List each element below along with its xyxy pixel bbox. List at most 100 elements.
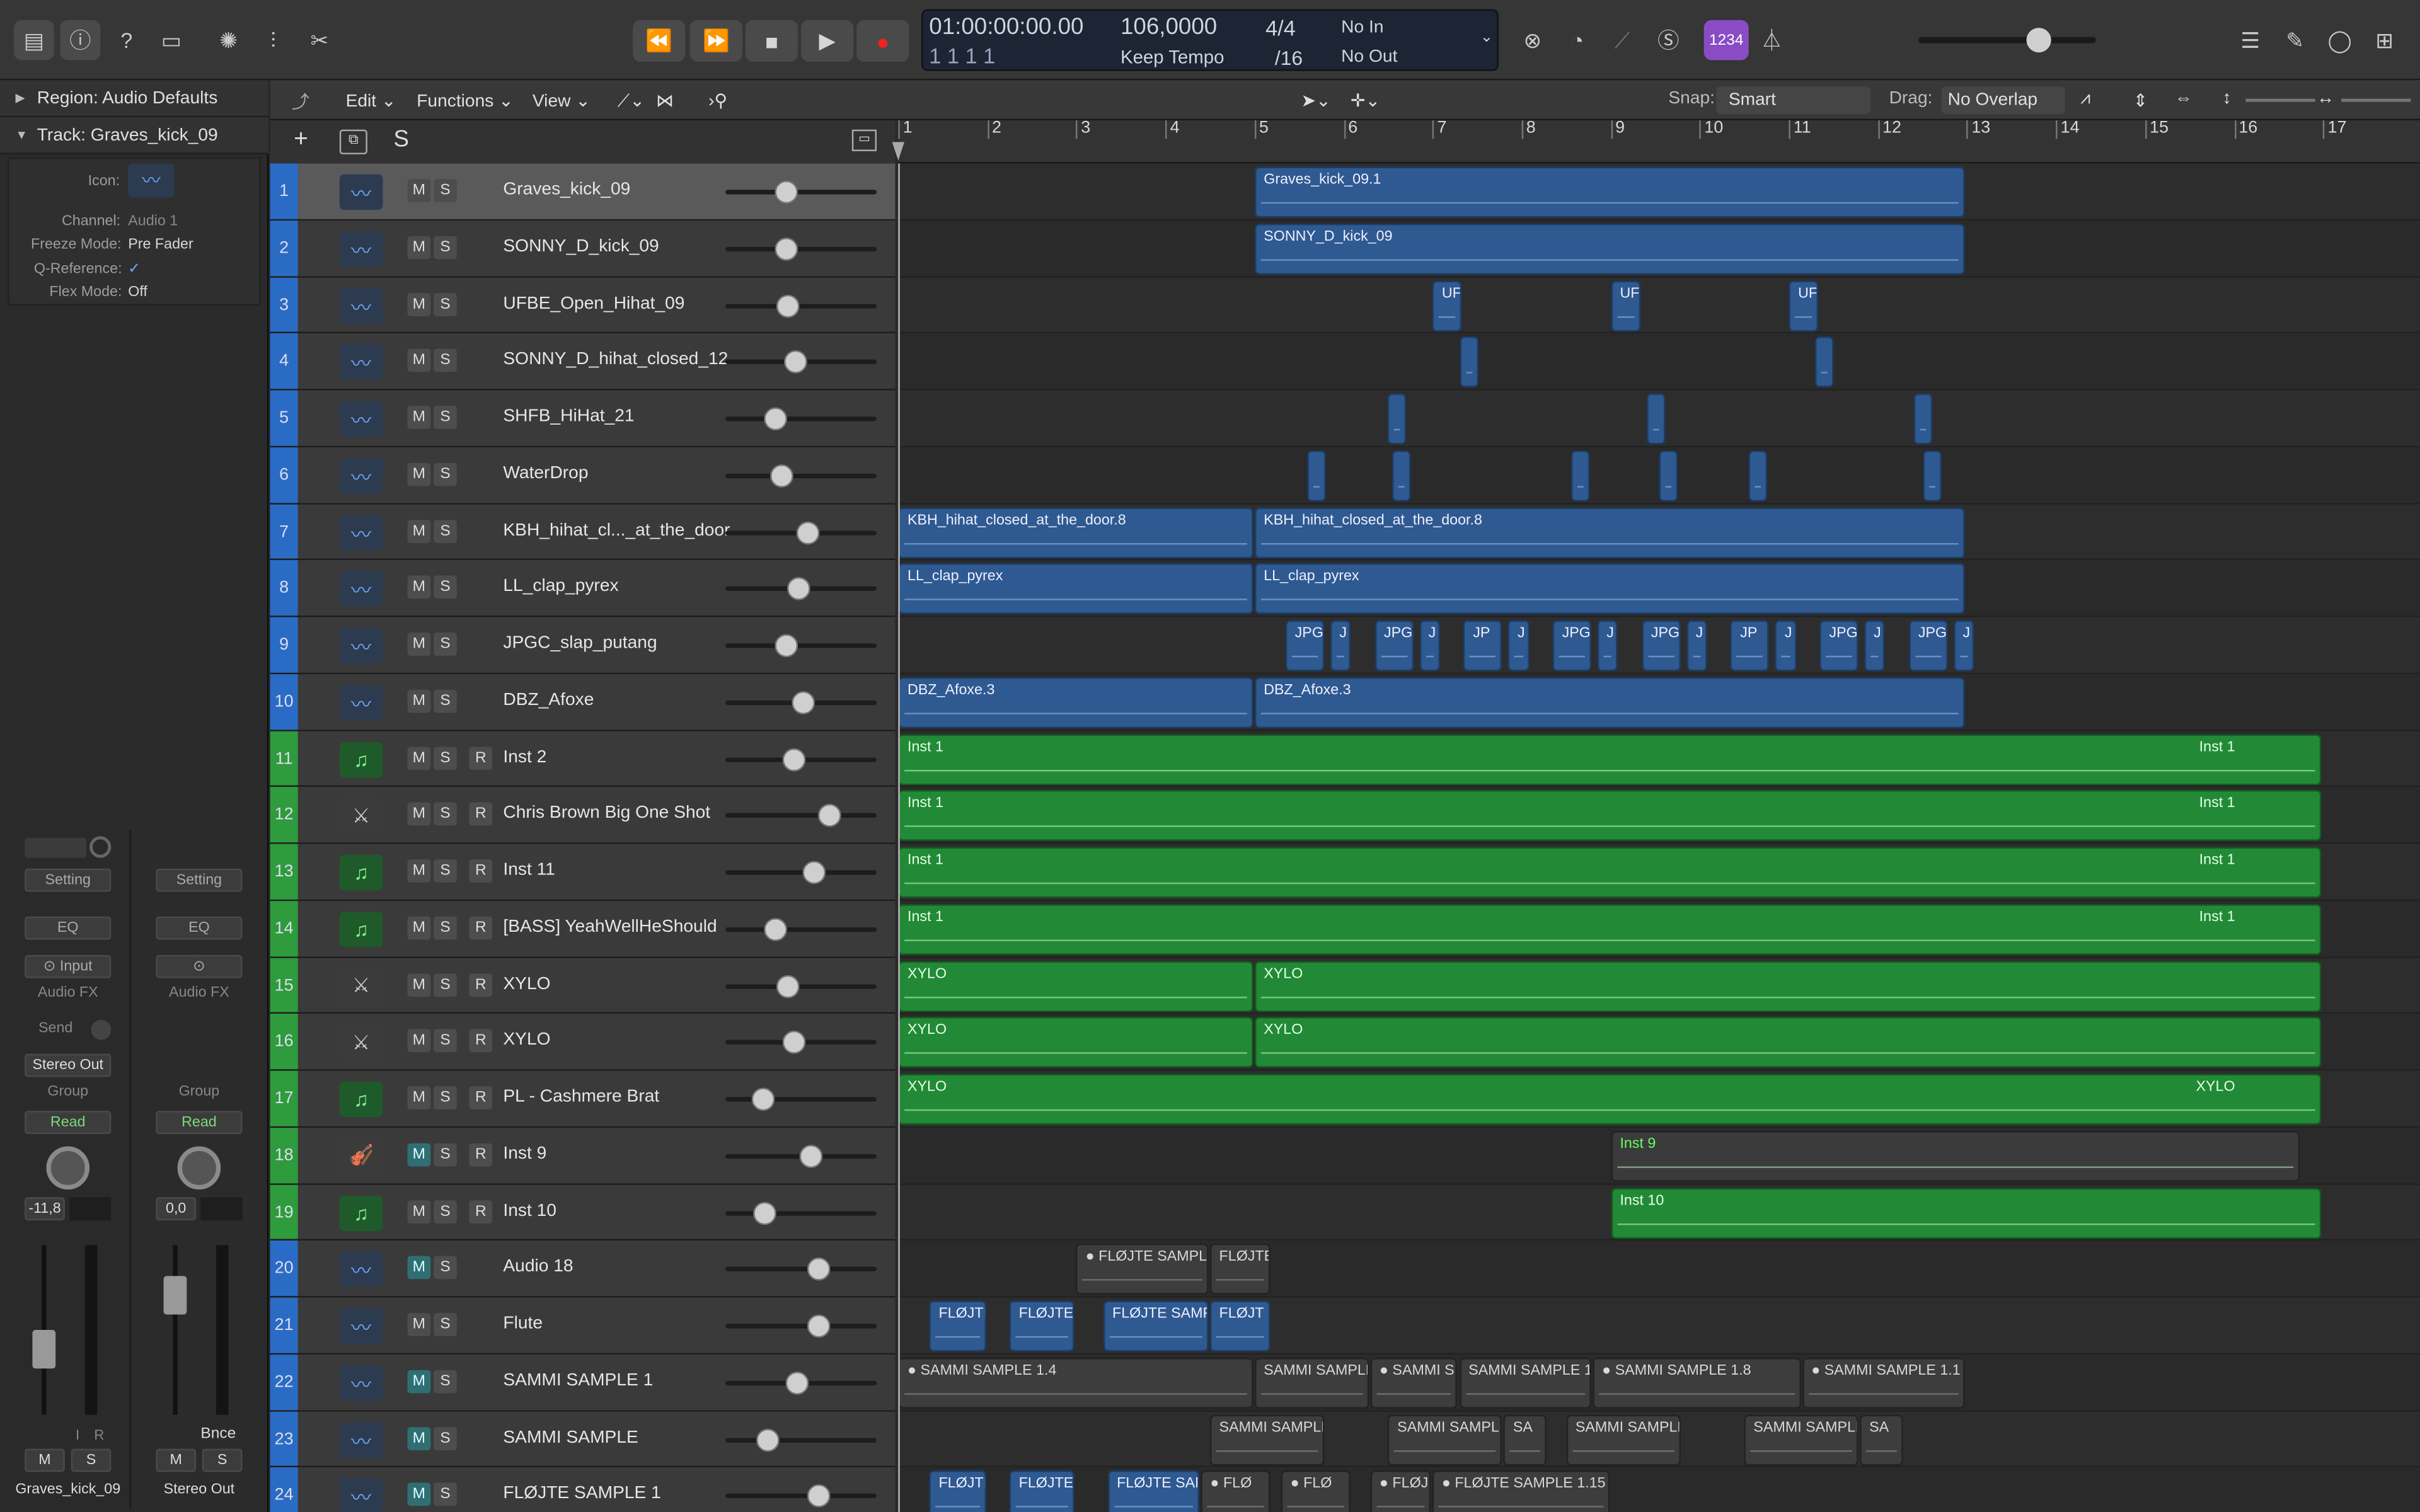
send-slot[interactable]: Send [25, 1020, 86, 1037]
track-lane[interactable]: Inst 10 [898, 1184, 2420, 1241]
solo-button[interactable]: S [434, 633, 457, 656]
track-name[interactable]: Audio 18 [503, 1258, 573, 1276]
track-volume-slider[interactable] [725, 1371, 877, 1395]
audio-region[interactable]: ● FLØJTE SAMPL [1076, 1244, 1209, 1295]
solo-button[interactable]: S [434, 576, 457, 599]
audio-region[interactable] [1570, 450, 1589, 501]
audio-region[interactable]: Graves_kick_09.1 [1254, 166, 1966, 218]
track-lane[interactable]: DBZ_Afoxe.3 DBZ_Afoxe.3 [898, 673, 2420, 731]
solo-button[interactable]: S [434, 519, 457, 542]
solo-button[interactable]: S [434, 179, 457, 202]
vertical-zoom-icon[interactable]: ↕ [2223, 89, 2232, 108]
audio-fx-slot[interactable]: Audio FX [25, 984, 111, 1001]
solo-button[interactable]: S [434, 689, 457, 713]
link-icon[interactable]: ⊙ [156, 954, 243, 978]
track-lane[interactable]: XYLO XYLO [898, 1014, 2420, 1071]
group-slot[interactable]: Group [25, 1083, 111, 1100]
track-volume-slider[interactable] [725, 1428, 877, 1452]
audio-region[interactable] [1659, 450, 1678, 501]
audio-region[interactable] [1308, 450, 1327, 501]
track-header-row[interactable]: 12 ⚔ M S R Chris Brown Big One Shot [270, 787, 896, 844]
waveform-icon[interactable]: 〰 [339, 1478, 383, 1512]
audio-region[interactable]: SAMMI SAMPLE [1744, 1414, 1858, 1465]
solo-button[interactable]: S [434, 1483, 457, 1506]
track-header-row[interactable]: 20 〰 M S Audio 18 [270, 1240, 896, 1298]
vertical-fit-icon[interactable]: ⇕ [2133, 89, 2148, 111]
audio-region[interactable]: JPG [1909, 620, 1948, 672]
volume-knob[interactable] [763, 917, 787, 941]
drumsticks-icon[interactable]: ⚔ [339, 798, 383, 834]
record-enable-button[interactable]: R [469, 973, 493, 996]
track-volume-slider[interactable] [725, 294, 877, 318]
midi-region[interactable]: XYLO [1254, 1017, 2322, 1068]
music-note-icon[interactable]: ♫ [339, 1194, 383, 1231]
track-volume-slider[interactable] [725, 520, 877, 544]
editor-icon[interactable]: ▭ [151, 20, 192, 60]
volume-knob[interactable] [753, 1201, 777, 1225]
track-header-row[interactable]: 21 〰 M S Flute [270, 1297, 896, 1354]
solo-button[interactable]: S [434, 1426, 457, 1450]
horizontal-zoom-icon[interactable]: ↔ [2317, 89, 2334, 108]
audio-region[interactable]: ● FLØ [1201, 1470, 1271, 1512]
audio-region[interactable]: J [1775, 620, 1797, 672]
track-name[interactable]: PL - Cashmere Brat [503, 1088, 659, 1106]
flex-mode-value[interactable]: Off [128, 284, 147, 301]
waveform-zoom-icon[interactable]: ⩘ [2080, 89, 2090, 110]
track-name[interactable]: SONNY_D_kick_09 [503, 238, 659, 256]
audio-region[interactable]: SAMMI SAMPLE [1209, 1414, 1325, 1465]
volume-fader[interactable] [32, 1330, 56, 1369]
audio-region[interactable]: J [1953, 620, 1974, 672]
track-header-row[interactable]: 23 〰 M S SAMMI SAMPLE [270, 1411, 896, 1468]
midi-in-icon[interactable]: ›⚲ [708, 89, 727, 111]
track-header-row[interactable]: 18 🎻 M S R Inst 9 [270, 1127, 896, 1184]
waveform-icon[interactable]: 〰 [339, 1421, 383, 1458]
audio-region[interactable]: SA [1860, 1414, 1903, 1465]
audio-region[interactable]: JPG [1819, 620, 1858, 672]
channel-value[interactable]: Audio 1 [128, 213, 178, 230]
track-lane[interactable]: FLØJTE FLØJTE FLØJTE SAMP ● FLØ ● FLØ ● FLØJ ●… [898, 1467, 2420, 1512]
volume-knob[interactable] [774, 237, 797, 261]
audio-region[interactable]: J [1419, 620, 1440, 672]
mute-button[interactable]: M [407, 746, 431, 769]
solo-button[interactable]: S [434, 1256, 457, 1280]
solo-button[interactable]: S [434, 1200, 457, 1223]
audio-region[interactable]: FLØJTE [1009, 1470, 1075, 1512]
midi-region[interactable]: XYLO [898, 960, 1253, 1012]
mute-button[interactable]: M [407, 1029, 431, 1053]
music-note-icon[interactable]: ♫ [339, 911, 383, 948]
solo-button[interactable]: S [434, 292, 457, 316]
track-lane[interactable]: ● FLØJTE SAMPL FLØJTE [898, 1240, 2420, 1298]
solo-button[interactable]: S [434, 1143, 457, 1166]
record-enable-button[interactable]: R [469, 1086, 493, 1109]
ruler[interactable]: 1 2 3 4 5 6 7 8 9 10 11 12 13 14 15 16 17 [892, 120, 2420, 164]
mute-button[interactable]: M [407, 179, 431, 202]
automation-mode-button[interactable]: Read [25, 1111, 112, 1135]
audio-region[interactable] [1748, 450, 1768, 501]
duplicate-track-icon[interactable]: ⧉ [339, 129, 367, 154]
track-lane[interactable]: XYLO XYLO [898, 957, 2420, 1014]
mixer-icon[interactable]: ⫶ [253, 20, 294, 60]
audio-region[interactable]: ● SAMMI SAMPLE 1.4 [898, 1357, 1253, 1409]
track-volume-slider[interactable] [725, 1087, 877, 1111]
track-lane[interactable]: KBH_hihat_closed_at_the_door.8 KBH_hihat_… [898, 503, 2420, 561]
volume-db-readout[interactable]: 0,0 [156, 1197, 197, 1221]
volume-knob[interactable] [781, 747, 805, 771]
volume-fader[interactable] [163, 1276, 187, 1315]
track-header[interactable]: ▼ Track: Graves_kick_09 [0, 117, 269, 154]
mute-button[interactable]: M [407, 1143, 431, 1166]
volume-knob[interactable] [756, 1428, 780, 1452]
music-note-icon[interactable]: ♫ [339, 854, 383, 891]
mute-button[interactable]: M [407, 1256, 431, 1280]
track-header-row[interactable]: 14 ♫ M S R [BASS] YeahWellHeShould [270, 900, 896, 958]
count-in-icon[interactable]: ⊗ [1512, 20, 1553, 60]
audio-region[interactable]: DBZ_Afoxe.3 [898, 677, 1253, 728]
solo-button[interactable]: S [434, 859, 457, 883]
track-name[interactable]: Inst 10 [503, 1201, 556, 1220]
track-volume-slider[interactable] [725, 350, 877, 374]
audio-region[interactable]: SAMMI SAMPLE [1566, 1414, 1681, 1465]
audio-region[interactable]: JPG [1642, 620, 1681, 672]
rewind-button[interactable]: ⏪ [633, 20, 686, 62]
track-header-row[interactable]: 16 ⚔ M S R XYLO [270, 1014, 896, 1071]
mute-button[interactable]: M [407, 1313, 431, 1336]
chevron-down-icon[interactable]: ⌄ [1480, 30, 1494, 47]
